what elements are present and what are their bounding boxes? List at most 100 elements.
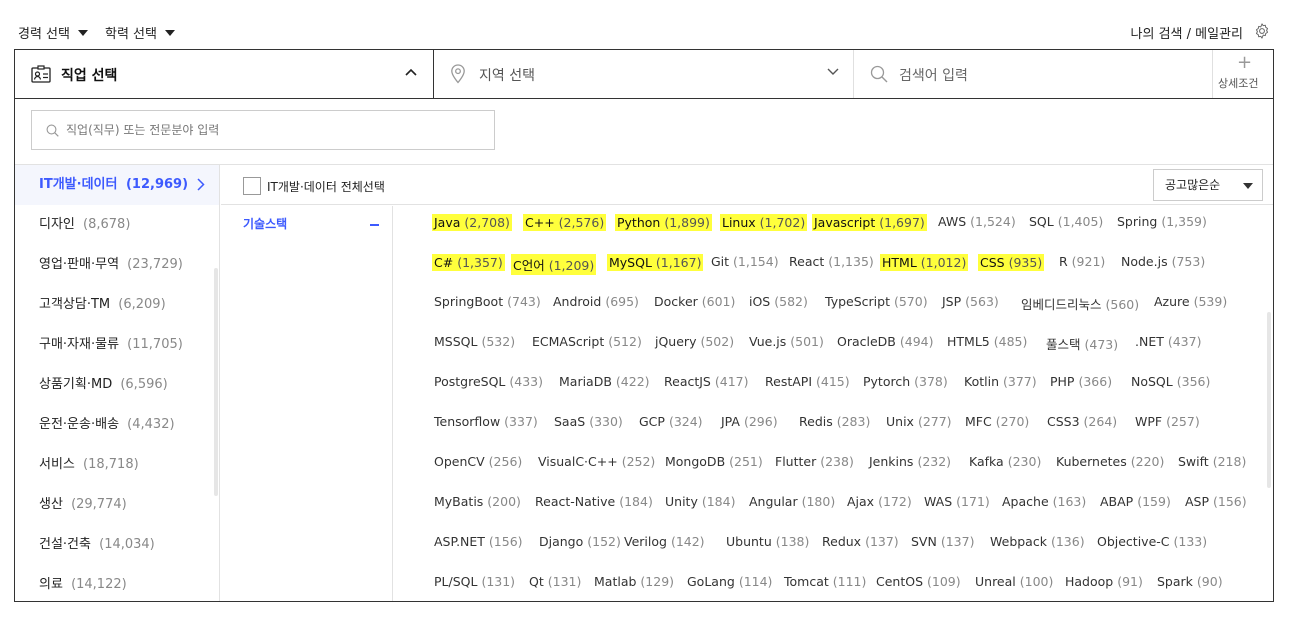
skill-tag[interactable]: Git (1,154) [711,254,779,269]
category-item[interactable]: IT개발·데이터 (12,969) [15,165,219,205]
skill-tag[interactable]: Kotlin (377) [964,374,1037,389]
skill-tag[interactable]: MSSQL (532) [434,334,515,349]
skill-tag[interactable]: CSS3 (264) [1047,414,1117,429]
category-item[interactable]: 의료 (14,122) [15,565,219,601]
skill-tag[interactable]: HTML5 (485) [947,334,1027,349]
category-scrollbar[interactable] [214,268,218,496]
skill-tag[interactable]: ECMAScript (512) [532,334,642,349]
category-item[interactable]: 구매·자재·물류 (11,705) [15,325,219,365]
skill-tag[interactable]: MFC (270) [965,414,1029,429]
skill-tag[interactable]: jQuery (502) [655,334,734,349]
skill-tag[interactable]: GoLang (114) [687,574,772,589]
job-select-dropdown[interactable]: 직업 선택 [15,50,434,98]
skill-tag[interactable]: JSP (563) [942,294,999,309]
collapse-minus-icon[interactable] [370,224,379,226]
skill-tag[interactable]: Verilog (142) [624,534,705,549]
skill-tag[interactable]: Node.js (753) [1121,254,1205,269]
skill-tag[interactable]: AWS (1,524) [938,214,1016,229]
skill-tag[interactable]: Ajax (172) [847,494,912,509]
skill-tag[interactable]: CentOS (109) [876,574,961,589]
subcategory-tech-stack[interactable]: 기술스택 [243,215,287,232]
skill-tag[interactable]: Linux (1,702) [720,214,808,231]
category-item[interactable]: 생산 (29,774) [15,485,219,525]
skill-tag[interactable]: Javascript (1,697) [812,214,927,231]
keyword-search-field[interactable]: 검색어 입력 [854,50,1213,98]
category-item[interactable]: 영업·판매·무역 (23,729) [15,245,219,285]
skill-tag[interactable]: PHP (366) [1050,374,1112,389]
skill-tag[interactable]: Hadoop (91) [1065,574,1143,589]
category-item[interactable]: 서비스 (18,718) [15,445,219,485]
skill-tag[interactable]: Pytorch (378) [863,374,948,389]
skill-tag[interactable]: .NET (437) [1135,334,1201,349]
skill-tag[interactable]: Flutter (238) [775,454,854,469]
career-dropdown[interactable]: 경력 선택 [18,23,88,42]
skill-tag[interactable]: React (1,135) [789,254,874,269]
skill-tag[interactable]: Qt (131) [529,574,581,589]
skill-tag[interactable]: SaaS (330) [554,414,623,429]
skill-tag[interactable]: Django (152) [539,534,621,549]
skill-tag[interactable]: Redis (283) [799,414,870,429]
skill-tag[interactable]: JPA (296) [721,414,778,429]
skill-tag[interactable]: C++ (2,576) [523,214,607,231]
skill-tag[interactable]: SpringBoot (743) [434,294,541,309]
skill-tag[interactable]: Android (695) [553,294,639,309]
skill-tag[interactable]: Vue.js (501) [749,334,824,349]
sort-select[interactable]: 공고많은순 [1153,169,1263,201]
skill-tag[interactable]: Azure (539) [1154,294,1227,309]
skill-tag[interactable]: ReactJS (417) [664,374,748,389]
skill-tag[interactable]: Angular (180) [749,494,835,509]
gear-icon[interactable] [1253,22,1271,40]
skill-tag[interactable]: Tomcat (111) [784,574,866,589]
skill-tag[interactable]: Python (1,899) [615,214,712,231]
skill-tag[interactable]: OpenCV (256) [434,454,522,469]
category-item[interactable]: 운전·운송·배송 (4,432) [15,405,219,445]
skill-tag[interactable]: Kafka (230) [969,454,1041,469]
skill-tag[interactable]: CSS (935) [978,254,1045,271]
skill-tag[interactable]: Matlab (129) [594,574,674,589]
skill-tag[interactable]: MyBatis (200) [434,494,521,509]
skill-tag[interactable]: C언어 (1,209) [511,254,597,275]
skill-tag[interactable]: 풀스택 (473) [1046,334,1118,353]
category-item[interactable]: 고객상담·TM (6,209) [15,285,219,325]
skill-tag[interactable]: Spark (90) [1157,574,1223,589]
skill-tag[interactable]: SVN (137) [911,534,974,549]
skill-tag[interactable]: ASP (156) [1185,494,1247,509]
select-all-checkbox[interactable] [243,177,261,195]
skill-tag[interactable]: VisualC·C++ (252) [538,454,655,469]
skill-tag[interactable]: HTML (1,012) [880,254,969,271]
job-search-input[interactable] [66,119,486,141]
skill-tag[interactable]: Unity (184) [665,494,735,509]
skill-tag[interactable]: GCP (324) [639,414,703,429]
skill-tag[interactable]: Redux (137) [822,534,899,549]
skill-tag[interactable]: OracleDB (494) [837,334,933,349]
skill-tag[interactable]: Spring (1,359) [1117,214,1207,229]
skill-tag[interactable]: ABAP (159) [1100,494,1171,509]
skill-tag[interactable]: Docker (601) [654,294,735,309]
skill-tag[interactable]: PL/SQL (131) [434,574,515,589]
skill-tag[interactable]: RestAPI (415) [765,374,850,389]
skill-tag[interactable]: MariaDB (422) [559,374,650,389]
skill-tag[interactable]: Tensorflow (337) [434,414,538,429]
skill-tag[interactable]: Java (2,708) [432,214,512,231]
skill-tag[interactable]: Objective-C (133) [1097,534,1207,549]
skill-tag[interactable]: C# (1,357) [432,254,505,271]
skill-tag[interactable]: React-Native (184) [535,494,653,509]
my-search-link[interactable]: 나의 검색 / 메일관리 [1131,23,1243,42]
skill-tag[interactable]: WPF (257) [1135,414,1200,429]
skill-tag[interactable]: ASP.NET (156) [434,534,523,549]
skill-tag[interactable]: WAS (171) [924,494,990,509]
skill-tag[interactable]: MySQL (1,167) [607,254,704,271]
skill-tag[interactable]: Ubuntu (138) [726,534,809,549]
skill-tag[interactable]: Swift (218) [1178,454,1246,469]
detail-conditions-button[interactable]: + 상세조건 [1213,50,1273,98]
skill-tag[interactable]: Kubernetes (220) [1056,454,1164,469]
skill-tag[interactable]: SQL (1,405) [1029,214,1103,229]
skill-tag[interactable]: R (921) [1059,254,1105,269]
skill-scrollbar[interactable] [1267,312,1271,488]
category-item[interactable]: 건설·건축 (14,034) [15,525,219,565]
education-dropdown[interactable]: 학력 선택 [105,23,175,42]
skill-tag[interactable]: MongoDB (251) [665,454,763,469]
skill-tag[interactable]: NoSQL (356) [1131,374,1210,389]
skill-tag[interactable]: iOS (582) [749,294,808,309]
skill-tag[interactable]: Unix (277) [886,414,952,429]
